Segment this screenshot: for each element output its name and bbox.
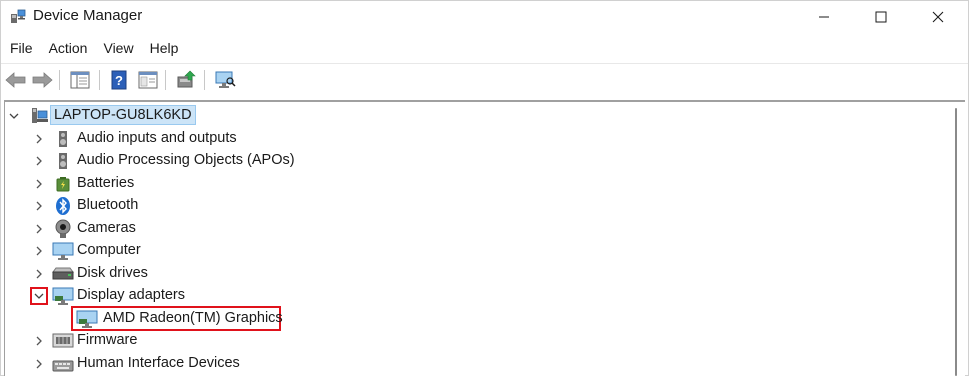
menu-help[interactable]: Help xyxy=(142,37,187,61)
laptop-computer-icon xyxy=(30,107,48,125)
chevron-right-icon[interactable] xyxy=(32,199,46,213)
toolbar-separator xyxy=(165,70,166,90)
update-driver-icon xyxy=(177,70,196,88)
computer-icon xyxy=(52,242,74,260)
device-tree[interactable]: LAPTOP-GU8LK6KD Audio inputs and outputs xyxy=(4,100,965,376)
tree-root-row[interactable]: LAPTOP-GU8LK6KD xyxy=(5,105,305,127)
tree-category-row[interactable]: Bluetooth xyxy=(5,195,405,217)
category-label[interactable]: Cameras xyxy=(77,220,136,236)
category-label[interactable]: Display adapters xyxy=(77,287,185,303)
category-label[interactable]: Audio inputs and outputs xyxy=(77,130,237,146)
toolbar-separator xyxy=(59,70,60,90)
category-label[interactable]: Bluetooth xyxy=(77,197,138,213)
tree-category-row-expanded[interactable]: Display adapters xyxy=(5,285,405,307)
tree-category-row[interactable]: Firmware xyxy=(5,330,405,352)
chevron-down-icon[interactable] xyxy=(30,287,48,305)
display-adapter-icon xyxy=(52,287,74,305)
chevron-down-icon[interactable] xyxy=(7,109,21,123)
back-arrow-icon xyxy=(5,72,26,88)
properties-icon xyxy=(138,71,158,89)
speaker-icon xyxy=(54,152,72,170)
category-label[interactable]: Audio Processing Objects (APOs) xyxy=(77,152,295,168)
menu-file[interactable]: File xyxy=(1,37,41,61)
chevron-right-icon[interactable] xyxy=(32,334,46,348)
minimize-icon xyxy=(819,16,829,18)
title-bar[interactable]: Device Manager xyxy=(1,1,968,34)
category-label[interactable]: Firmware xyxy=(77,332,137,348)
scan-hardware-changes-button[interactable] xyxy=(213,68,237,92)
chevron-right-icon[interactable] xyxy=(32,357,46,371)
tree-category-row[interactable]: Audio Processing Objects (APOs) xyxy=(5,150,405,172)
category-label[interactable]: Human Interface Devices xyxy=(77,355,240,371)
battery-icon xyxy=(54,175,72,193)
update-driver-button[interactable] xyxy=(174,68,198,92)
chevron-right-icon[interactable] xyxy=(32,177,46,191)
speaker-icon xyxy=(54,130,72,148)
hid-icon xyxy=(52,355,74,373)
scrollbar-thumb[interactable] xyxy=(955,108,957,376)
forward-button[interactable] xyxy=(30,68,54,92)
device-manager-app-icon xyxy=(10,8,26,24)
device-manager-window: Device Manager File Action View Help ? L… xyxy=(0,0,969,376)
disk-drive-icon xyxy=(52,267,74,285)
window-title: Device Manager xyxy=(33,7,143,24)
maximize-button[interactable] xyxy=(858,1,904,33)
toolbar-separator xyxy=(99,70,100,90)
properties-button[interactable] xyxy=(136,68,160,92)
category-label[interactable]: Computer xyxy=(77,242,141,258)
tree-category-row[interactable]: Disk drives xyxy=(5,263,405,285)
chevron-right-icon[interactable] xyxy=(32,244,46,258)
minimize-button[interactable] xyxy=(801,1,847,33)
vertical-scrollbar[interactable] xyxy=(947,102,965,376)
firmware-icon xyxy=(52,332,74,350)
computer-name-label[interactable]: LAPTOP-GU8LK6KD xyxy=(50,105,196,125)
menu-action[interactable]: Action xyxy=(41,37,96,61)
toolbar: ? xyxy=(1,63,968,95)
tree-category-row[interactable]: Human Interface Devices xyxy=(5,353,405,375)
forward-arrow-icon xyxy=(32,72,53,88)
close-button[interactable] xyxy=(915,1,961,33)
tree-category-row[interactable]: Batteries xyxy=(5,173,405,195)
back-button[interactable] xyxy=(4,68,28,92)
chevron-right-icon[interactable] xyxy=(32,222,46,236)
scan-monitor-icon xyxy=(215,71,236,88)
close-icon xyxy=(932,11,944,23)
category-label[interactable]: Batteries xyxy=(77,175,134,191)
device-label[interactable]: AMD Radeon(TM) Graphics xyxy=(103,310,283,326)
help-button[interactable]: ? xyxy=(107,68,131,92)
camera-icon xyxy=(54,219,72,238)
console-tree-icon xyxy=(70,71,90,89)
chevron-right-icon[interactable] xyxy=(32,154,46,168)
tree-category-row[interactable]: Computer xyxy=(5,240,405,262)
maximize-icon xyxy=(875,11,887,23)
display-adapter-icon xyxy=(76,310,98,328)
device-row-amd-radeon[interactable]: AMD Radeon(TM) Graphics xyxy=(71,306,283,331)
help-book-icon: ? xyxy=(111,70,127,90)
menu-view[interactable]: View xyxy=(95,37,141,61)
show-hide-console-tree-button[interactable] xyxy=(68,68,92,92)
tree-category-row[interactable]: Cameras xyxy=(5,218,405,240)
tree-category-row[interactable]: Audio inputs and outputs xyxy=(5,128,405,150)
chevron-right-icon[interactable] xyxy=(32,267,46,281)
chevron-right-icon[interactable] xyxy=(32,132,46,146)
toolbar-separator xyxy=(204,70,205,90)
bluetooth-icon xyxy=(54,196,72,215)
svg-text:?: ? xyxy=(115,73,123,88)
menu-bar: File Action View Help xyxy=(1,37,186,61)
category-label[interactable]: Disk drives xyxy=(77,265,148,281)
